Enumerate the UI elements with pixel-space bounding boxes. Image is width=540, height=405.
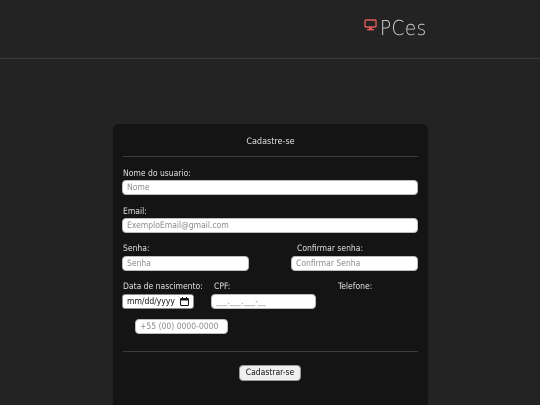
phone-input[interactable]	[135, 319, 228, 334]
footer-divider	[123, 351, 418, 352]
password-input[interactable]	[122, 256, 249, 271]
phone-label: Telefone:	[338, 282, 373, 292]
top-header: PCes	[0, 0, 540, 59]
birthdate-label: Data de nascimento:	[123, 282, 203, 292]
confirm-password-label: Confirmar senha:	[297, 244, 364, 254]
brand-name: PCes	[380, 16, 427, 40]
cpf-label: CPF:	[214, 282, 231, 292]
confirm-password-input[interactable]	[291, 256, 418, 271]
birthdate-value: mm/dd/yyyy	[127, 296, 175, 307]
username-label: Nome do usuario:	[123, 169, 191, 179]
calendar-icon[interactable]	[180, 297, 189, 306]
signup-submit-button[interactable]: Cadastrar-se	[239, 365, 301, 381]
computer-monitor-icon	[364, 19, 377, 31]
brand-logo[interactable]: PCes	[364, 14, 431, 42]
username-input[interactable]	[122, 180, 418, 195]
signup-card: Cadastre-se Nome do usuario: Email: Senh…	[113, 124, 428, 405]
title-divider	[123, 156, 418, 157]
cpf-input[interactable]	[211, 294, 316, 309]
form-title: Cadastre-se	[246, 137, 295, 147]
email-label: Email:	[123, 207, 147, 217]
password-label: Senha:	[123, 244, 150, 254]
email-input[interactable]	[122, 218, 418, 233]
birthdate-input[interactable]: mm/dd/yyyy	[122, 294, 194, 309]
